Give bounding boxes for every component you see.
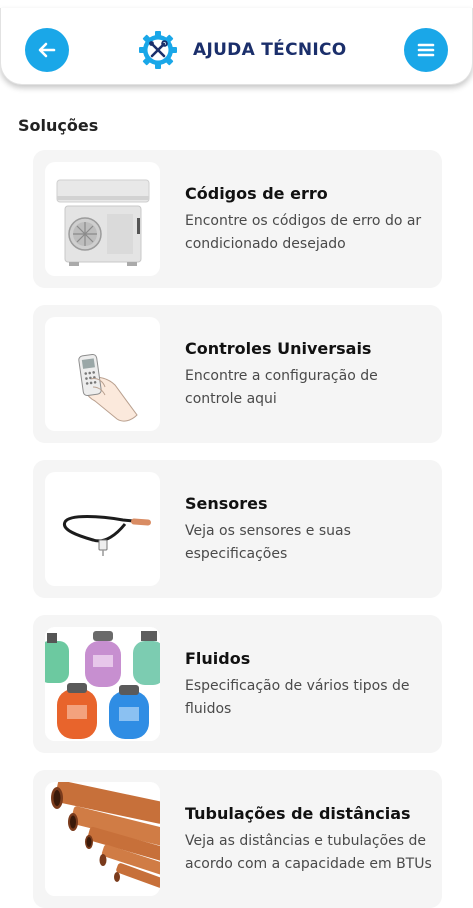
remote-control-image bbox=[45, 317, 160, 431]
card-description: Veja os sensores e suas especificações bbox=[185, 523, 351, 562]
card-fluids[interactable]: Fluidos Especificação de vários tipos de… bbox=[33, 615, 442, 753]
hamburger-menu-icon bbox=[417, 43, 435, 57]
card-universal-remotes[interactable]: Controles Universais Encontre a configur… bbox=[33, 305, 442, 443]
card-pipe-distances[interactable]: Tubulações de distâncias Veja as distânc… bbox=[33, 770, 442, 908]
brand: AJUDA TÉCNICO bbox=[137, 30, 347, 70]
card-description: Veja as distâncias e tubulações de acord… bbox=[185, 833, 432, 872]
card-title: Controles Universais bbox=[185, 339, 372, 358]
arrow-left-icon bbox=[38, 42, 56, 58]
copper-pipes-image bbox=[45, 782, 160, 896]
air-conditioner-image bbox=[45, 162, 160, 276]
card-title: Códigos de erro bbox=[185, 184, 328, 203]
app-title: AJUDA TÉCNICO bbox=[193, 40, 347, 60]
sensor-cable-image bbox=[45, 472, 160, 586]
refrigerant-cylinders-image bbox=[45, 627, 160, 741]
back-button[interactable] bbox=[25, 28, 69, 72]
card-title: Tubulações de distâncias bbox=[185, 804, 411, 823]
menu-button[interactable] bbox=[404, 28, 448, 72]
card-title: Sensores bbox=[185, 494, 268, 513]
app-header: AJUDA TÉCNICO bbox=[0, 8, 473, 85]
gear-tools-icon bbox=[139, 31, 177, 69]
card-sensors[interactable]: Sensores Veja os sensores e suas especif… bbox=[33, 460, 442, 598]
card-description: Encontre a configuração de controle aqui bbox=[185, 368, 378, 407]
card-title: Fluidos bbox=[185, 649, 251, 668]
card-description: Encontre os códigos de erro do ar condic… bbox=[185, 213, 422, 252]
card-description: Especificação de vários tipos de fluidos bbox=[185, 678, 410, 717]
section-title: Soluções bbox=[18, 116, 99, 135]
card-error-codes[interactable]: Códigos de erro Encontre os códigos de e… bbox=[33, 150, 442, 288]
